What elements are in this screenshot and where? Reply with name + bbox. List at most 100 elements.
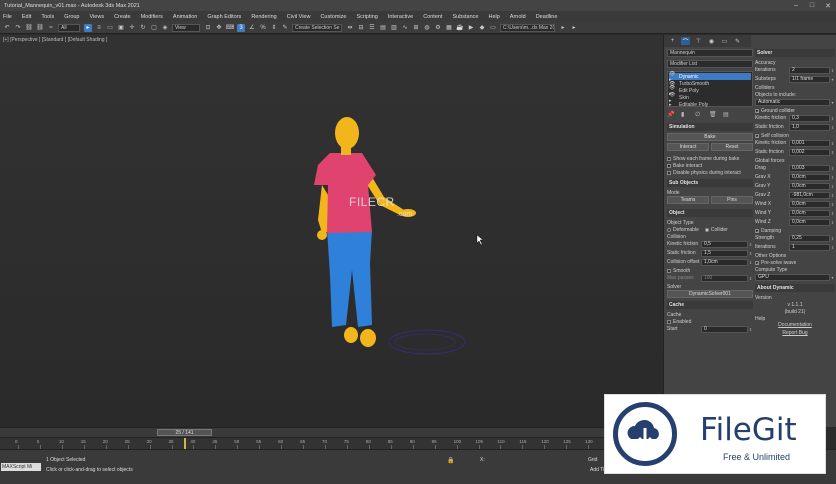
wind-z-spinner[interactable]: Wind Z 0,0cm ⇕	[755, 218, 835, 226]
menu-item-rendering[interactable]: Rendering	[251, 14, 276, 20]
teams-button[interactable]: Teams	[667, 196, 709, 204]
menu-item-graph-editors[interactable]: Graph Editors	[207, 14, 241, 20]
undo-icon[interactable]: ↶	[3, 24, 11, 32]
collider-radio[interactable]: Collider	[704, 227, 728, 233]
interact-button[interactable]: Interact	[667, 143, 709, 151]
mirror-icon[interactable]: ⇹	[346, 24, 354, 32]
wind-x-spinner[interactable]: Wind X 0,0cm ⇕	[755, 200, 835, 208]
self-collision-checkbox[interactable]: ✓ Self collision	[755, 132, 835, 139]
disable-physics-checkbox[interactable]: Disable physics during interact	[667, 169, 753, 176]
time-slider[interactable]: 25 / 141	[157, 429, 212, 436]
move-icon[interactable]: ✛	[128, 24, 136, 32]
modifier-stack-item[interactable]: 👁 TurboSmooth	[669, 80, 751, 87]
kinetic-friction-spinner[interactable]: Kinetic friction 0,5 ⇕	[667, 240, 753, 248]
render-setup-icon[interactable]: ⚙	[434, 24, 442, 32]
compute-type-dropdown[interactable]: GPU ▾	[755, 273, 835, 281]
grav-y-spinner[interactable]: Grav Y 0,0cm ⇕	[755, 182, 835, 190]
menu-item-views[interactable]: Views	[90, 14, 105, 20]
keyboard-shortcut-icon[interactable]: ⌨	[226, 24, 235, 32]
modify-tab-icon[interactable]: ⌒	[681, 37, 690, 46]
bind-space-warp-icon[interactable]: ≈	[47, 24, 55, 32]
hierarchy-tab-icon[interactable]: ⊤	[694, 37, 703, 45]
menu-item-deadline[interactable]: Deadline	[536, 14, 558, 20]
ribbon-icon[interactable]: ▥	[390, 24, 398, 32]
menu-item-group[interactable]: Group	[64, 14, 79, 20]
link-icon[interactable]: ⛓	[25, 24, 33, 32]
remove-modifier-icon[interactable]: 🗑	[709, 111, 723, 119]
ground-kinetic-spinner[interactable]: Kinetic friction 0,3 ⇕	[755, 114, 835, 122]
menu-item-tools[interactable]: Tools	[41, 14, 54, 20]
render-production-icon[interactable]: ☕	[456, 24, 464, 32]
solver-rollout[interactable]: Solver	[755, 49, 835, 57]
collision-offset-spinner[interactable]: Collision offset 1,0cm ⇕	[667, 258, 753, 266]
show-each-frame-checkbox[interactable]: Show each frame during bake	[667, 155, 753, 162]
display-tab-icon[interactable]: ▭	[720, 37, 729, 45]
object-rollout[interactable]: Object	[667, 209, 753, 217]
show-end-result-icon[interactable]: ▮	[681, 111, 695, 119]
mannequin-scene[interactable]	[0, 35, 663, 427]
objects-include-dropdown[interactable]: Automatic ▾	[755, 98, 835, 106]
substeps-dropdown[interactable]: Substeps 1/1 frame ▾	[755, 75, 835, 83]
menu-item-arnold[interactable]: Arnold	[510, 14, 526, 20]
cache-start-spinner[interactable]: Start 0 ⇕	[667, 325, 753, 333]
window-crossing-icon[interactable]: ▣	[117, 24, 125, 32]
redo-icon[interactable]: ↷	[14, 24, 22, 32]
track-bar[interactable]: 0 5 10 15 20 25 30 35 40 45 50 55 60 65 70 75 80 85 90 95 10…	[0, 437, 663, 450]
add-time-tag[interactable]: Add Ti	[590, 467, 604, 473]
menu-item-help[interactable]: Help	[488, 14, 499, 20]
menu-item-file[interactable]: File	[3, 14, 12, 20]
minimize-icon[interactable]: –	[788, 2, 804, 10]
grav-x-spinner[interactable]: Grav X 0,0cm ⇕	[755, 173, 835, 181]
modifier-stack-item[interactable]: 👁 ▸ Edit Poly	[669, 85, 751, 97]
edit-named-selection-icon[interactable]: ✎	[281, 24, 289, 32]
menu-item-content[interactable]: Content	[423, 14, 442, 20]
bake-button[interactable]: Bake	[667, 133, 753, 141]
project-path-dropdown[interactable]: C:\Users\m...ds Max 202	[500, 23, 555, 32]
toolbar-extra-icon[interactable]: ▸	[559, 24, 567, 32]
simulation-rollout[interactable]: Simulation	[667, 123, 753, 131]
wind-y-spinner[interactable]: Wind Y 0,0cm ⇕	[755, 209, 835, 217]
iterations-spinner[interactable]: Iterations 2 ⇕	[755, 66, 835, 74]
placement-icon[interactable]: ◈	[161, 24, 169, 32]
menu-item-edit[interactable]: Edit	[22, 14, 31, 20]
align-icon[interactable]: ⊟	[357, 24, 365, 32]
strength-spinner[interactable]: Strength 0,25 ⇕	[755, 234, 835, 242]
menu-item-customize[interactable]: Customize	[320, 14, 346, 20]
create-tab-icon[interactable]: +	[668, 37, 677, 45]
selection-filter-dropdown[interactable]: All	[58, 23, 80, 32]
make-unique-icon[interactable]: ∅	[695, 111, 709, 119]
modifier-list-dropdown[interactable]: Modifier List	[667, 60, 753, 68]
menu-item-civil-view[interactable]: Civil View	[287, 14, 311, 20]
modifier-stack-item[interactable]: 👁 ▸ Dynamic	[669, 71, 751, 83]
visibility-icon[interactable]: ▸	[669, 102, 679, 108]
sub-objects-rollout[interactable]: Sub Objects	[667, 179, 753, 187]
max-passes-spinner[interactable]: Max passes 100 ⇕	[667, 274, 753, 282]
pins-button[interactable]: Pins	[711, 196, 753, 204]
cache-enabled-checkbox[interactable]: Enabled	[667, 318, 753, 325]
reference-coordinate-dropdown[interactable]: View	[172, 23, 200, 32]
about-dynamic-rollout[interactable]: About Dynamic	[755, 284, 835, 292]
damping-checkbox[interactable]: ✓ Damping	[755, 227, 835, 234]
motion-tab-icon[interactable]: ◉	[707, 37, 716, 45]
menu-item-scripting[interactable]: Scripting	[356, 14, 377, 20]
utilities-tab-icon[interactable]: ✎	[733, 37, 742, 45]
curve-editor-icon[interactable]: ∿	[401, 24, 409, 32]
report-bug-link[interactable]: Report Bug	[755, 330, 835, 338]
rotate-icon[interactable]: ↻	[139, 24, 147, 32]
layer-explorer-icon[interactable]: ▤	[379, 24, 387, 32]
material-editor-icon[interactable]: ◍	[423, 24, 431, 32]
drag-spinner[interactable]: Drag 0,003 ⇕	[755, 164, 835, 172]
menu-item-modifiers[interactable]: Modifiers	[141, 14, 163, 20]
cache-rollout[interactable]: Cache	[667, 301, 753, 309]
select-object-icon[interactable]: ▸	[84, 23, 92, 32]
arnold-icon[interactable]: ◆	[478, 24, 486, 32]
self-static-spinner[interactable]: Static friction 0,002 ⇕	[755, 148, 835, 156]
smooth-checkbox[interactable]: Smooth	[667, 267, 753, 274]
menu-item-interactive[interactable]: Interactive	[388, 14, 413, 20]
snaps-toggle-icon[interactable]: 3	[237, 23, 245, 32]
configure-sets-icon[interactable]: ▤	[723, 111, 737, 119]
toolbar-extra-2-icon[interactable]: ▸	[570, 24, 578, 32]
deformable-radio[interactable]: Deformable	[667, 227, 699, 233]
close-icon[interactable]: ✕	[820, 2, 836, 10]
project-folder-icon[interactable]: ▭	[489, 24, 497, 32]
